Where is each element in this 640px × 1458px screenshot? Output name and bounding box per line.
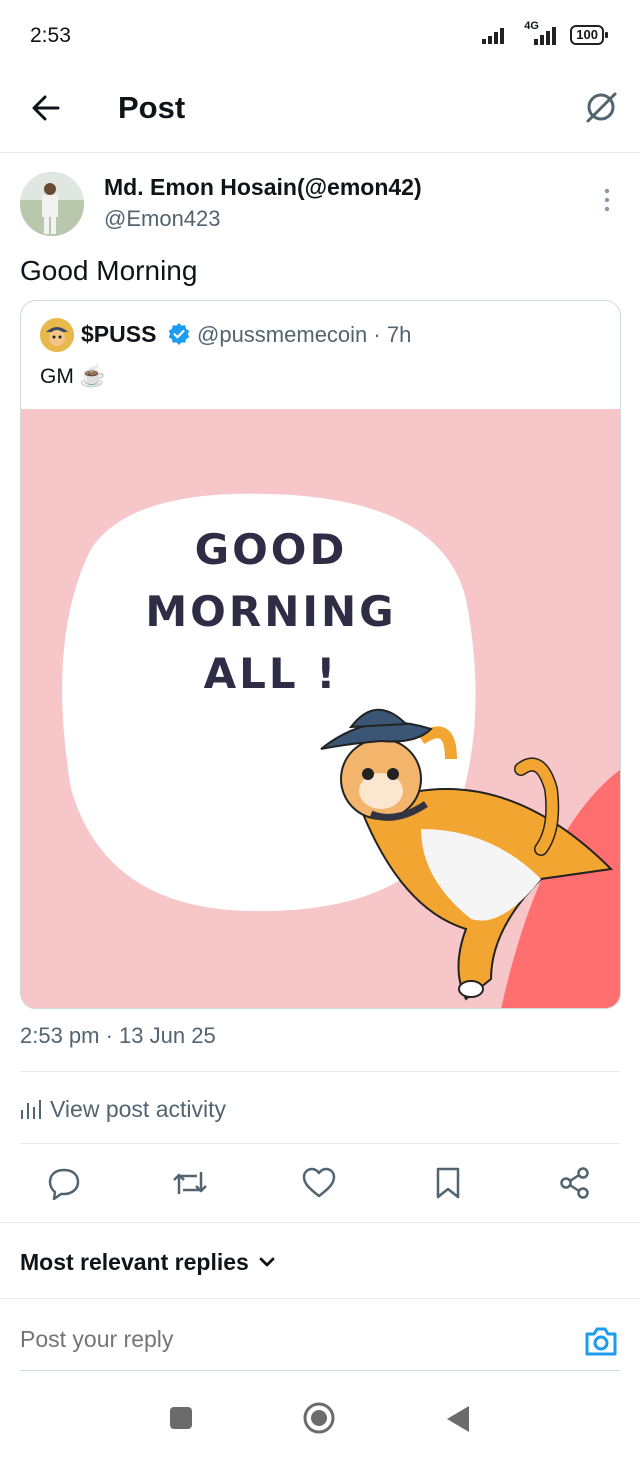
share-icon: [560, 1167, 589, 1199]
bookmark-button[interactable]: [428, 1163, 468, 1203]
avatar[interactable]: [20, 172, 84, 236]
author-handle[interactable]: @Emon423: [104, 206, 221, 232]
verified-badge-icon: [168, 323, 190, 345]
more-options-icon[interactable]: [598, 186, 616, 214]
reply-input-underline: [20, 1370, 620, 1371]
home-button[interactable]: [302, 1401, 336, 1435]
view-post-activity-link[interactable]: View post activity: [50, 1096, 226, 1123]
header-divider: [0, 152, 640, 153]
divider: [0, 1298, 640, 1299]
heart-icon: [302, 1167, 336, 1198]
quoted-avatar: [40, 318, 74, 352]
quoted-image[interactable]: GOOD MORNING ALL !: [21, 409, 620, 1008]
status-time: 2:53: [30, 24, 71, 47]
image-caption: GOOD MORNING ALL !: [145, 525, 397, 698]
quoted-post-card[interactable]: $PUSS @pussmemecoin · 7h GM ☕ GOOD MORNI…: [20, 300, 621, 1009]
divider: [0, 1222, 640, 1223]
divider: [20, 1071, 620, 1072]
quoted-text: GM ☕: [40, 365, 106, 388]
reply-icon: [48, 1168, 80, 1200]
replies-sort-dropdown[interactable]: Most relevant replies: [20, 1249, 249, 1276]
share-button[interactable]: [554, 1163, 594, 1203]
divider: [20, 1143, 620, 1144]
author-name[interactable]: Md. Emon Hosain(@emon42): [104, 174, 422, 201]
camera-icon[interactable]: [582, 1322, 620, 1360]
post-timestamp[interactable]: 2:53 pm · 13 Jun 25: [20, 1023, 216, 1049]
signal-icon: [482, 28, 505, 44]
bookmark-icon: [436, 1167, 460, 1199]
grok-icon[interactable]: [582, 88, 620, 126]
reply-input[interactable]: [20, 1326, 540, 1353]
quoted-handle: @pussmemecoin · 7h: [197, 322, 412, 347]
repost-icon: [173, 1172, 207, 1194]
status-icons: 4G 100: [482, 20, 608, 46]
chevron-down-icon[interactable]: [256, 1251, 278, 1273]
page-title: Post: [118, 90, 186, 125]
analytics-icon[interactable]: [20, 1099, 42, 1119]
back-arrow-icon[interactable]: [30, 92, 62, 124]
recent-apps-button[interactable]: [170, 1407, 192, 1429]
system-back-button[interactable]: [445, 1404, 471, 1434]
signal-4g-icon: 4G: [520, 20, 560, 46]
battery-indicator: 100: [570, 25, 608, 45]
like-button[interactable]: [299, 1163, 339, 1203]
post-text: Good Morning: [20, 255, 198, 286]
repost-button[interactable]: [170, 1163, 210, 1203]
quoted-name: $PUSS: [81, 321, 157, 347]
reply-button[interactable]: [44, 1163, 84, 1203]
